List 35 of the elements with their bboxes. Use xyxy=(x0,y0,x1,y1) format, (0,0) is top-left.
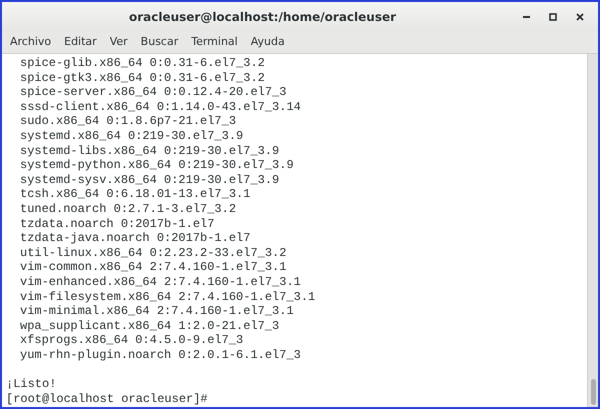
window-title: oracleuser@localhost:/home/oracleuser xyxy=(128,8,398,26)
scrollbar[interactable] xyxy=(587,54,598,407)
terminal-line: spice-server.x86_64 0:0.12.4-20.el7_3 xyxy=(19,85,286,100)
terminal-line: systemd-python.x86_64 0:219-30.el7_3.9 xyxy=(19,158,294,173)
terminal-line: xfsprogs.x86_64 0:4.5.0-9.el7_3 xyxy=(19,333,244,348)
terminal-line: sudo.x86_64 0:1.8.6p7-21.el7_3 xyxy=(19,114,236,129)
menu-item[interactable]: Editar xyxy=(64,34,97,50)
menu-item[interactable]: Buscar xyxy=(140,34,178,50)
menu-item[interactable]: Ayuda xyxy=(250,34,285,50)
maximize-icon[interactable] xyxy=(549,12,557,20)
terminal-line: vim-filesystem.x86_64 2:7.4.160-1.el7_3.1 xyxy=(19,290,316,304)
menu-item[interactable]: Ver xyxy=(110,34,128,50)
terminal-line: tcsh.x86_64 0:6.18.01-13.el7_3.1 xyxy=(19,187,250,202)
terminal-line: tzdata-java.noarch 0:2017b-1.el7 xyxy=(19,231,250,246)
terminal-line: vim-common.x86_64 2:7.4.160-1.el7_3.1 xyxy=(19,260,286,275)
shell-prompt: [root@localhost oracleuser]# xyxy=(6,392,208,406)
menu-item[interactable]: Terminal xyxy=(191,34,238,50)
terminal-line: spice-glib.x86_64 0:0.31-6.el7_3.2 xyxy=(19,56,265,71)
terminal-line: tuned.noarch 0:2.7.1-3.el7_3.2 xyxy=(19,202,236,217)
terminal-line: tzdata.noarch 0:2017b-1.el7 xyxy=(19,216,214,232)
terminal-line: systemd-sysv.x86_64 0:219-30.el7_3.9 xyxy=(19,172,280,188)
terminal-line: systemd-libs.x86_64 0:219-30.el7_3.9 xyxy=(19,144,280,158)
menu-item[interactable]: Archivo xyxy=(10,34,52,50)
close-icon[interactable] xyxy=(576,12,584,20)
terminal-line: systemd.x86_64 0:219-30.el7_3.9 xyxy=(19,128,244,144)
terminal-line: wpa_supplicant.x86_64 1:2.0-21.el7_3 xyxy=(19,318,280,334)
terminal-line: vim-minimal.x86_64 2:7.4.160-1.el7_3.1 xyxy=(19,304,294,319)
scrollbar-thumb[interactable] xyxy=(590,379,596,405)
terminal-line: spice-gtk3.x86_64 0:0.31-6.el7_3.2 xyxy=(19,70,265,86)
minimize-icon[interactable] xyxy=(523,15,530,18)
terminal-line: sssd-client.x86_64 0:1.14.0-43.el7_3.14 xyxy=(19,100,301,114)
terminal-line: vim-enhanced.x86_64 2:7.4.160-1.el7_3.1 xyxy=(19,274,301,290)
status-message: ¡Listo! xyxy=(6,377,56,392)
terminal-line: util-linux.x86_64 0:2.23.2-33.el7_3.2 xyxy=(19,246,286,260)
terminal-line: yum-rhn-plugin.noarch 0:2.0.1-6.1.el7_3 xyxy=(19,348,301,362)
